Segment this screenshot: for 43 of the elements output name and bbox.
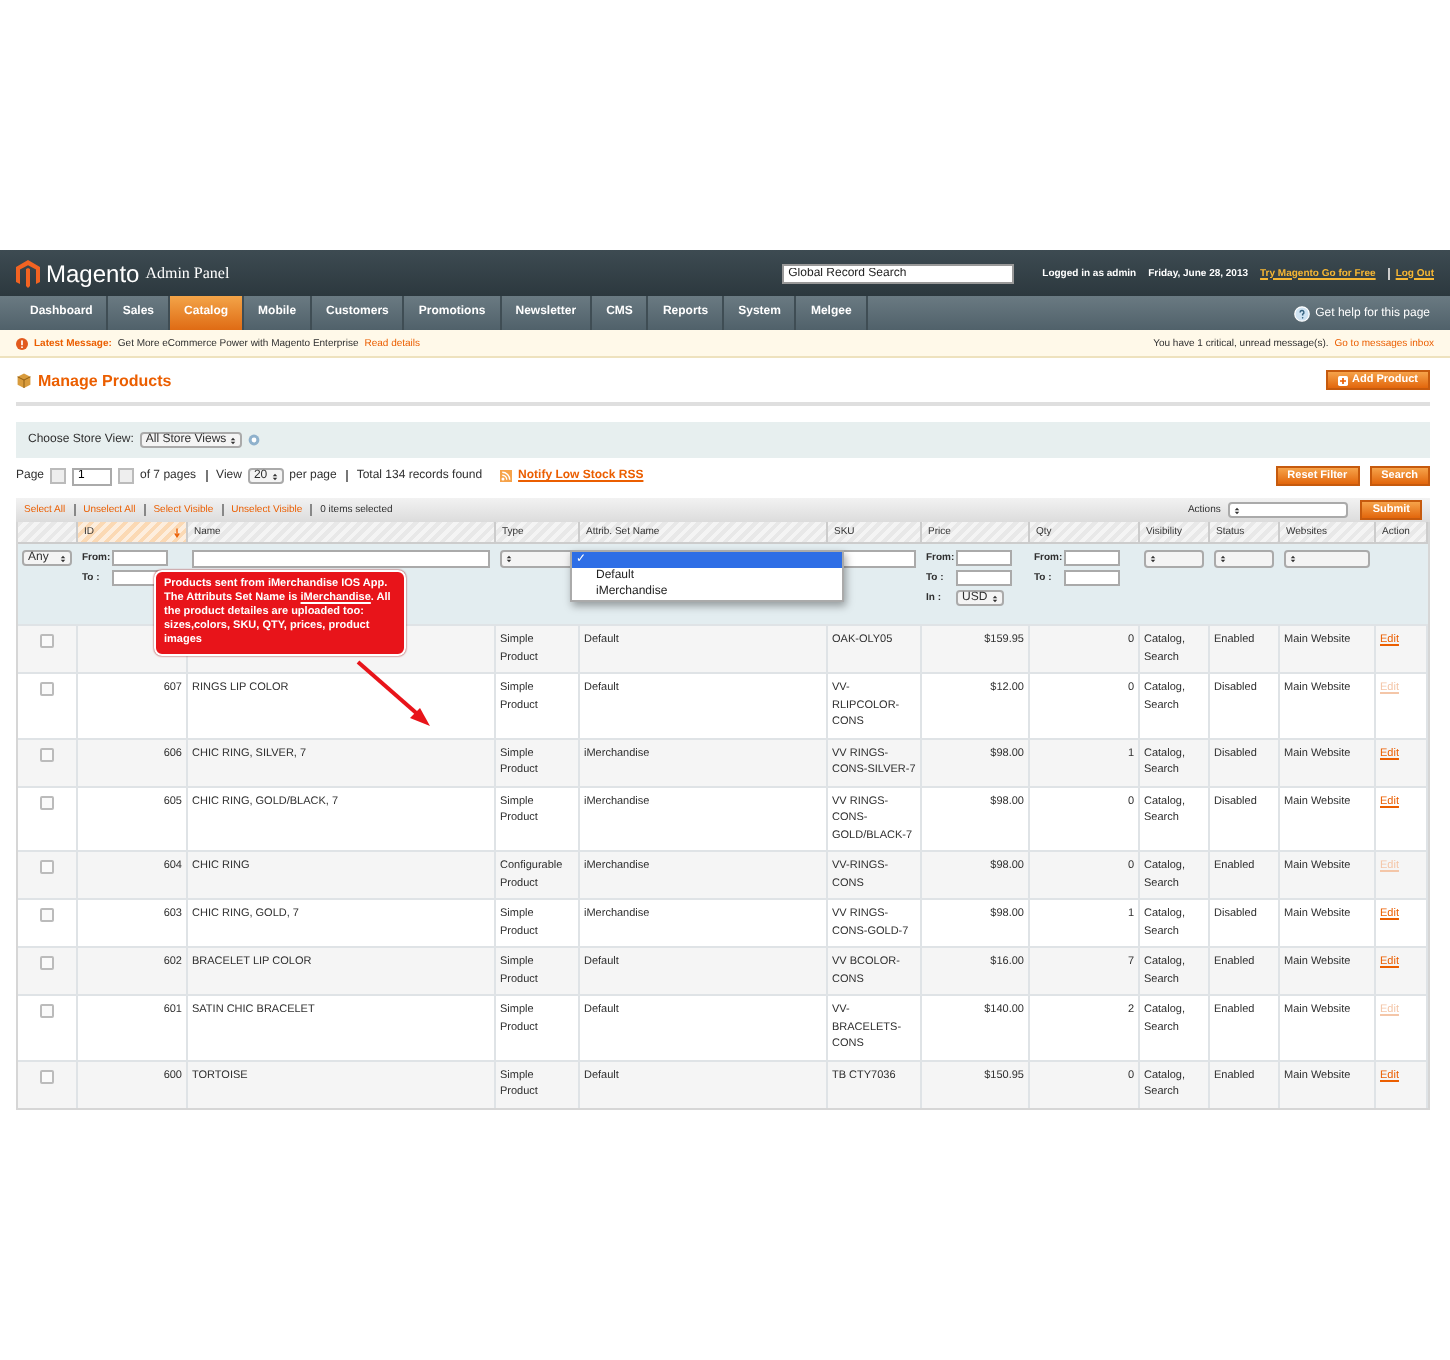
sort-arrow-icon (174, 527, 180, 537)
logo-subtitle: Admin Panel (145, 264, 230, 282)
next-page-button[interactable] (118, 468, 135, 484)
select-arrow-icon (1234, 505, 1241, 515)
row-checkbox[interactable] (40, 860, 54, 874)
price-to-field[interactable] (956, 570, 1012, 586)
id-from-field[interactable] (112, 550, 168, 566)
box-icon (16, 372, 32, 388)
type-filter-select[interactable] (500, 550, 574, 568)
row-checkbox[interactable] (40, 634, 54, 648)
row-checkbox[interactable] (40, 747, 54, 761)
row-checkbox[interactable] (40, 956, 54, 970)
logo-icon (16, 259, 40, 287)
row-checkbox[interactable] (40, 908, 54, 922)
plus-icon (1338, 375, 1348, 385)
name-filter-field[interactable] (192, 550, 490, 568)
row-checkbox[interactable] (40, 682, 54, 696)
help-icon (1293, 305, 1310, 321)
status-filter-select[interactable] (1214, 550, 1274, 568)
info-icon (248, 434, 261, 446)
price-from-field[interactable] (956, 550, 1012, 566)
previous-page-button[interactable] (50, 468, 67, 484)
select-arrow-icon (230, 435, 237, 445)
qty-to-field[interactable] (1064, 570, 1120, 586)
select-arrow-icon (506, 554, 512, 564)
row-checkbox[interactable] (40, 1004, 54, 1018)
select-arrow-icon (1220, 554, 1226, 564)
row-checkbox[interactable] (40, 795, 54, 809)
select-arrow-icon (1150, 554, 1156, 564)
qty-from-field[interactable] (1064, 550, 1120, 566)
websites-filter-select[interactable] (1284, 550, 1370, 568)
select-arrow-icon (991, 593, 998, 603)
row-checkbox[interactable] (40, 1069, 54, 1083)
alert-icon (16, 337, 28, 349)
page-title: Manage Products (38, 371, 172, 389)
rss-icon (500, 470, 513, 482)
select-arrow-icon (1290, 554, 1296, 564)
actions-select[interactable] (1228, 502, 1349, 518)
select-arrow-icon (60, 553, 66, 563)
logo-text: Magento (46, 259, 140, 287)
select-arrow-icon (271, 471, 278, 481)
visibility-filter-select[interactable] (1144, 550, 1204, 568)
callout-arrow (354, 658, 434, 730)
